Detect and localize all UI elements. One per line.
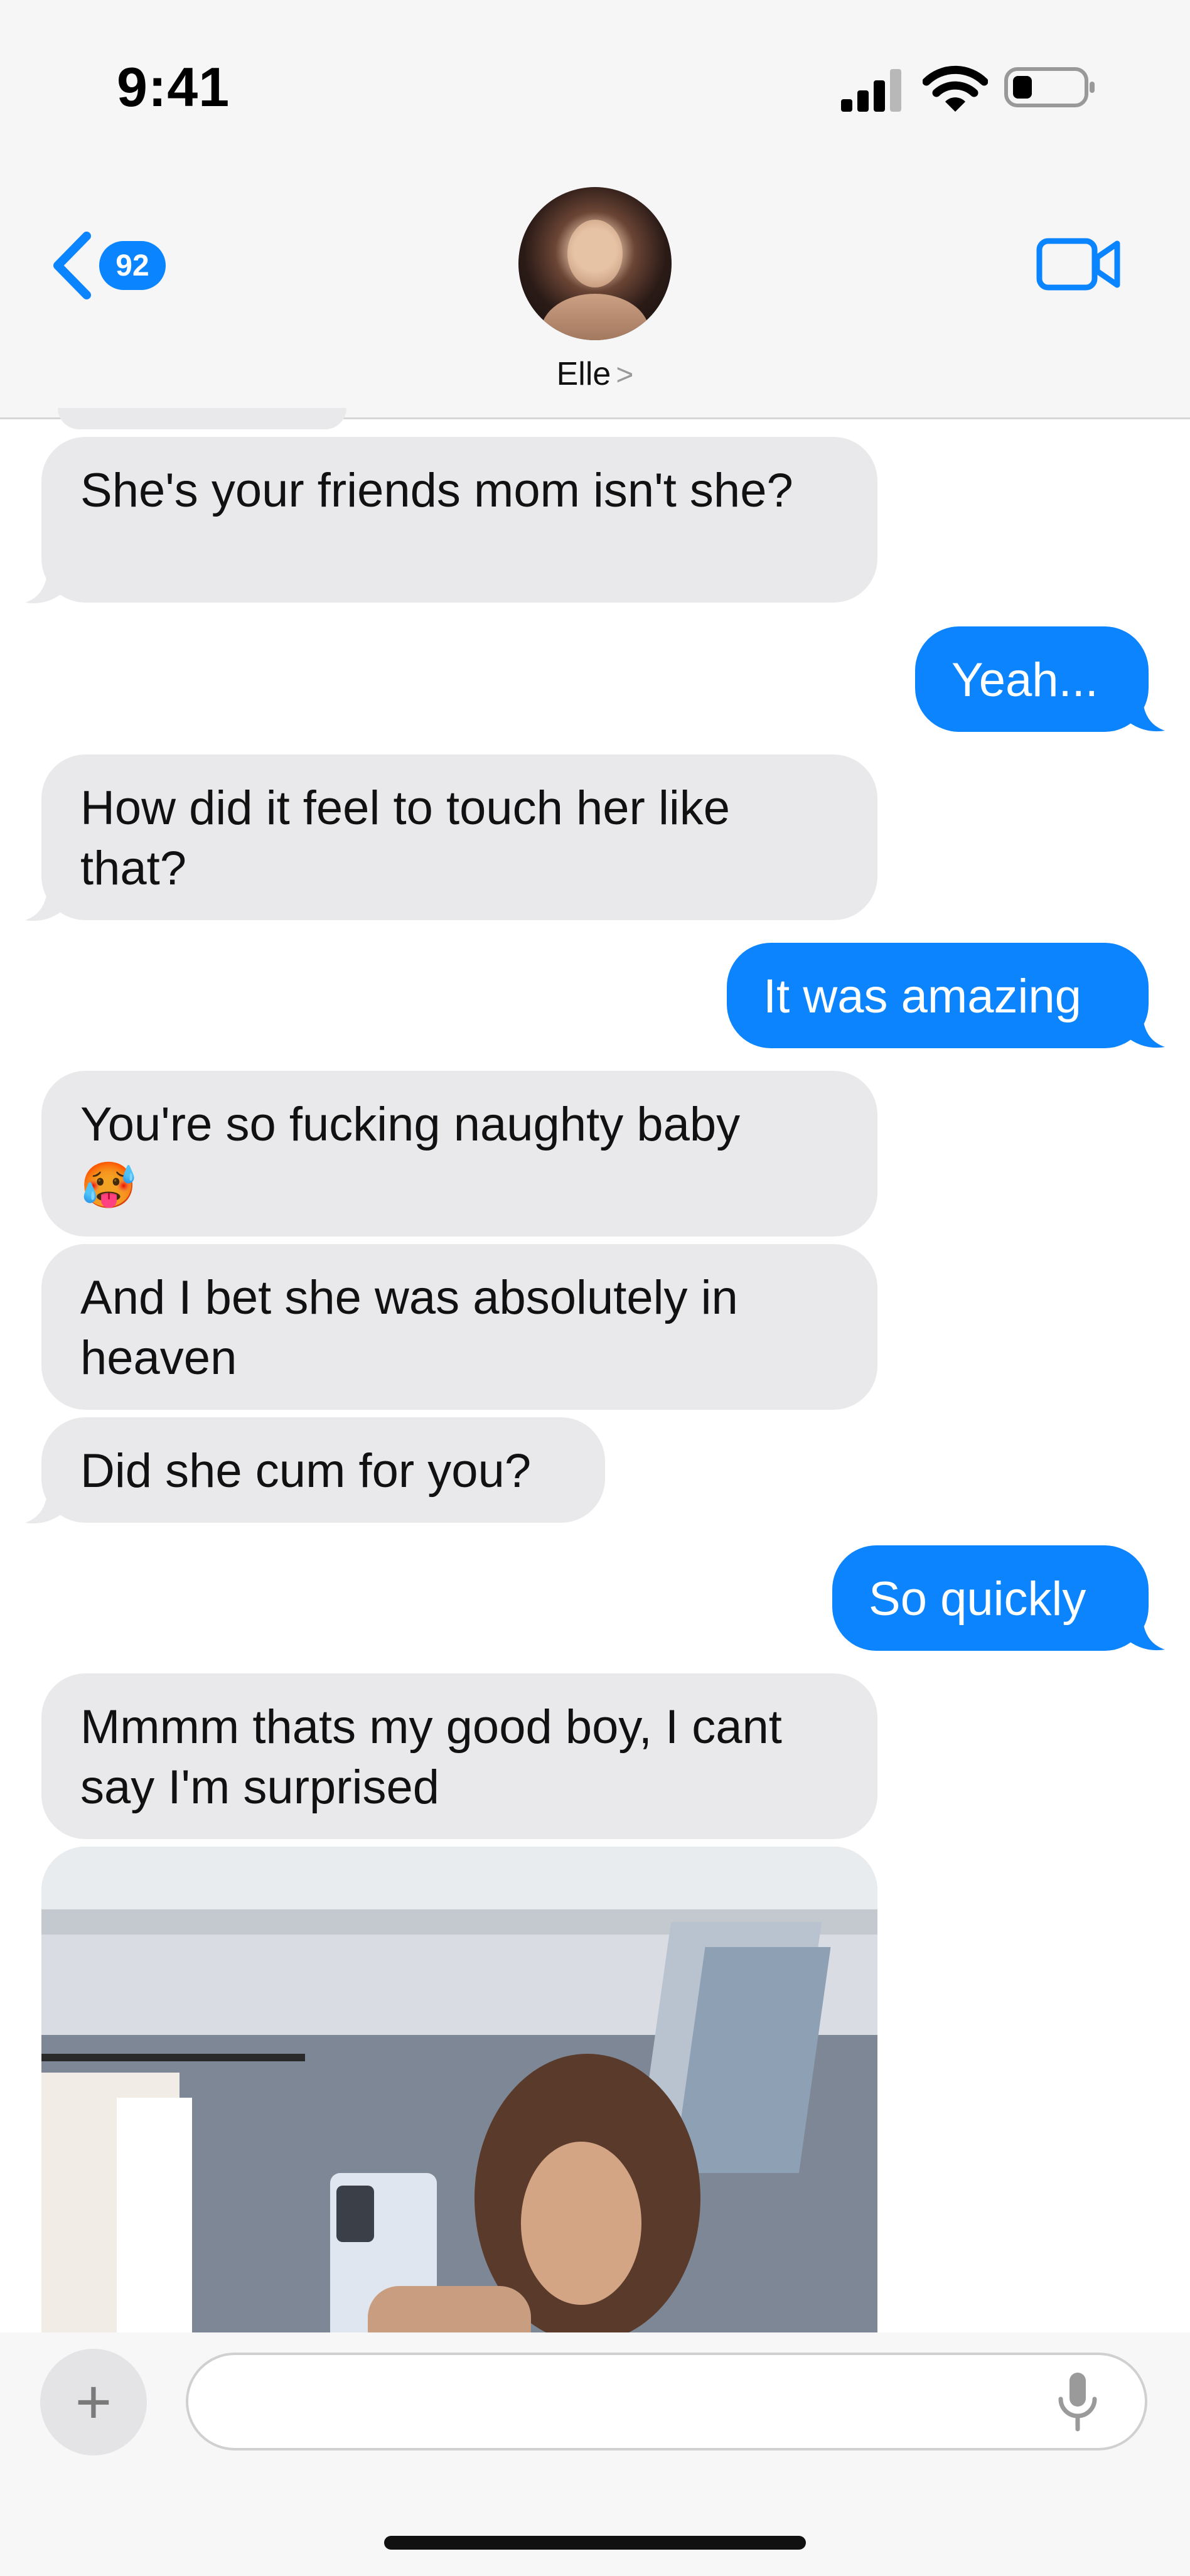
message-text: You're so fucking naughty baby (80, 1098, 741, 1151)
unread-count-badge[interactable]: 92 (99, 241, 166, 290)
message-text: She's your friends mom isn't she? (80, 464, 793, 517)
bubble-tail (25, 883, 67, 921)
message-text: How did it feel to touch her like that? (80, 781, 730, 895)
message-bubble-incoming[interactable]: Did she cum for you? (41, 1417, 605, 1523)
home-indicator (384, 2536, 806, 2550)
message-bubble-incoming[interactable]: How did it feel to touch her like that? (41, 754, 877, 920)
message-bubble-outgoing[interactable]: Yeah... (915, 626, 1149, 732)
contact-name-label: Elle (556, 356, 611, 392)
message-bubble-incoming[interactable]: She's your friends mom isn't she? (41, 437, 877, 603)
message-text: And I bet she was absolutely in heaven (80, 1271, 738, 1385)
message-bubble-partial (58, 408, 346, 429)
hot-face-emoji: 🥵 (80, 1161, 137, 1211)
photo-content (41, 1847, 877, 2349)
message-bubble-incoming[interactable]: Mmmm thats my good boy, I cant say I'm s… (41, 1673, 877, 1839)
message-bubble-incoming[interactable]: And I bet she was absolutely in heaven (41, 1244, 877, 1410)
message-bubble-outgoing[interactable]: It was amazing (727, 943, 1149, 1048)
message-bubble-outgoing[interactable]: So quickly (832, 1545, 1149, 1651)
bubble-tail (25, 1485, 67, 1524)
wifi-icon (923, 65, 988, 112)
battery-icon (1004, 67, 1095, 107)
bubble-tail (1123, 1009, 1165, 1048)
chevron-left-icon[interactable] (50, 231, 94, 300)
plus-icon: + (75, 2367, 112, 2437)
avatar[interactable] (518, 187, 672, 340)
bubble-tail (25, 565, 67, 604)
bubble-tail (1123, 693, 1165, 732)
add-attachment-button[interactable]: + (40, 2349, 147, 2455)
message-bubble-incoming[interactable]: You're so fucking naughty baby 🥵 (41, 1071, 877, 1237)
message-text: Did she cum for you? (80, 1444, 532, 1498)
microphone-icon[interactable] (1056, 2370, 1100, 2433)
message-text: Mmmm thats my good boy, I cant say I'm s… (80, 1700, 782, 1814)
chevron-right-icon: > (616, 358, 634, 392)
contact-name[interactable]: Elle > (0, 355, 1190, 393)
video-camera-icon[interactable] (1036, 232, 1123, 295)
message-input[interactable] (186, 2353, 1147, 2450)
bubble-tail (1123, 1612, 1165, 1651)
message-text: Yeah... (951, 653, 1098, 707)
message-text: So quickly (869, 1572, 1086, 1626)
status-time: 9:41 (117, 56, 230, 118)
cellular-signal-icon (841, 69, 901, 112)
message-text: It was amazing (763, 970, 1081, 1023)
image-attachment[interactable] (41, 1847, 877, 2349)
